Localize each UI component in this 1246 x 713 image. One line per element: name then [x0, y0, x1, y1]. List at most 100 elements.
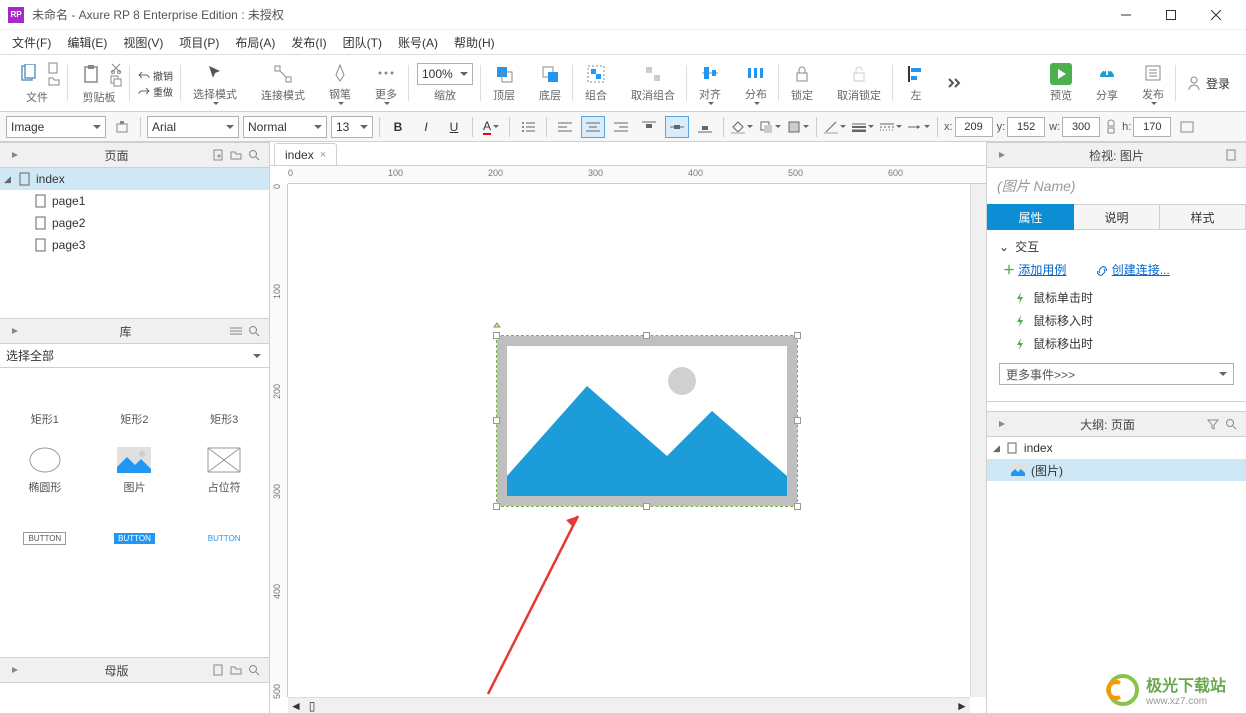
pages-collapse-button[interactable]: [6, 146, 24, 164]
masters-collapse-button[interactable]: [6, 661, 24, 679]
font-weight-combo[interactable]: Normal: [243, 116, 327, 138]
zoom-combo[interactable]: 100%: [417, 63, 473, 85]
event-click[interactable]: 鼠标单击时: [999, 286, 1234, 309]
toolbar-overflow-button[interactable]: [941, 71, 969, 95]
more-button[interactable]: 更多: [371, 60, 401, 107]
lib-rect3[interactable]: 矩形3: [179, 368, 269, 436]
event-mouseenter[interactable]: 鼠标移入时: [999, 309, 1234, 332]
login-button[interactable]: 登录: [1178, 71, 1238, 96]
lock-aspect-button[interactable]: [1104, 119, 1118, 135]
masters-search-button[interactable]: [245, 661, 263, 679]
tree-item-index[interactable]: ◢index: [0, 168, 269, 190]
resize-handle[interactable]: [493, 332, 500, 339]
lib-rect2[interactable]: 矩形2: [90, 368, 180, 436]
new-button[interactable]: [48, 62, 60, 74]
tab-index[interactable]: index×: [274, 143, 337, 165]
italic-button[interactable]: I: [414, 116, 438, 138]
add-folder-button[interactable]: [227, 146, 245, 164]
tab-properties[interactable]: 属性: [987, 204, 1074, 230]
inspector-more-button[interactable]: [1222, 146, 1240, 164]
menu-layout[interactable]: 布局(A): [229, 32, 281, 53]
library-collapse-button[interactable]: [6, 322, 24, 340]
search-pages-button[interactable]: [245, 146, 263, 164]
ruler-horizontal[interactable]: 0 100 200 300 400 500 600: [288, 166, 986, 184]
inspector-collapse-button[interactable]: [993, 146, 1011, 164]
bullets-button[interactable]: [516, 116, 540, 138]
pen-button[interactable]: 钢笔: [325, 60, 355, 107]
font-size-combo[interactable]: 13: [331, 116, 373, 138]
outline-search-button[interactable]: [1222, 415, 1240, 433]
lib-button2[interactable]: BUTTON: [90, 504, 180, 572]
valign-bottom-button[interactable]: [693, 116, 717, 138]
event-mouseleave[interactable]: 鼠标移出时: [999, 332, 1234, 355]
fill-color-button[interactable]: [730, 116, 754, 138]
tree-item-page3[interactable]: page3: [0, 234, 269, 256]
ruler-vertical[interactable]: 0 100 200 300 400 500: [270, 184, 288, 697]
valign-middle-button[interactable]: [665, 116, 689, 138]
align-button[interactable]: 对齐: [695, 60, 725, 107]
lock-button[interactable]: 锁定: [787, 61, 817, 105]
h-input[interactable]: 170: [1133, 117, 1171, 137]
library-search-button[interactable]: [245, 322, 263, 340]
redo-button[interactable]: 重做: [138, 84, 173, 99]
widget-type-combo[interactable]: Image: [6, 116, 106, 138]
x-input[interactable]: 209: [955, 117, 993, 137]
y-input[interactable]: 152: [1007, 117, 1045, 137]
send-back-button[interactable]: 底层: [535, 61, 565, 105]
lib-placeholder[interactable]: 占位符: [179, 436, 269, 504]
unlock-button[interactable]: 取消锁定: [833, 61, 885, 105]
outline-collapse-button[interactable]: [993, 415, 1011, 433]
close-button[interactable]: [1193, 1, 1238, 29]
menu-project[interactable]: 项目(P): [173, 32, 225, 53]
create-link-link[interactable]: 创建连接...: [1096, 261, 1169, 278]
line-style-button[interactable]: [879, 116, 903, 138]
menu-publish[interactable]: 发布(I): [285, 32, 332, 53]
connect-mode-button[interactable]: 连接模式: [257, 61, 309, 105]
ungroup-button[interactable]: 取消组合: [627, 61, 679, 105]
resize-handle[interactable]: [643, 503, 650, 510]
tab-style[interactable]: 样式: [1160, 204, 1246, 230]
resize-handle[interactable]: [643, 332, 650, 339]
resize-handle[interactable]: [493, 417, 500, 424]
arrow-style-button[interactable]: [907, 116, 931, 138]
minimize-button[interactable]: [1103, 1, 1148, 29]
tree-item-page2[interactable]: page2: [0, 212, 269, 234]
add-case-link[interactable]: ＋ 添加用例: [1003, 261, 1066, 278]
library-selector[interactable]: 选择全部: [0, 344, 269, 368]
line-width-button[interactable]: [851, 116, 875, 138]
bring-front-button[interactable]: 顶层: [489, 61, 519, 105]
tree-item-page1[interactable]: page1: [0, 190, 269, 212]
widget-name-input[interactable]: (图片 Name): [987, 168, 1246, 204]
canvas[interactable]: [288, 184, 970, 697]
add-master-folder-button[interactable]: [227, 661, 245, 679]
group-button[interactable]: 组合: [581, 61, 611, 105]
chevron-down-icon[interactable]: ⌄: [999, 240, 1009, 254]
align-center-text-button[interactable]: [581, 116, 605, 138]
outline-index[interactable]: ◢index: [987, 437, 1246, 459]
share-button[interactable]: 分享: [1092, 61, 1122, 105]
font-color-button[interactable]: A: [479, 116, 503, 138]
lib-ellipse[interactable]: 椭圆形: [0, 436, 90, 504]
inner-shadow-button[interactable]: [786, 116, 810, 138]
bold-button[interactable]: B: [386, 116, 410, 138]
scrollbar-horizontal[interactable]: ◄ ▯ ►: [288, 697, 970, 713]
underline-button[interactable]: U: [442, 116, 466, 138]
lib-button3[interactable]: BUTTON: [179, 504, 269, 572]
lib-button1[interactable]: BUTTON: [0, 504, 90, 572]
menu-edit[interactable]: 编辑(E): [61, 32, 113, 53]
align-right-text-button[interactable]: [609, 116, 633, 138]
resize-handle[interactable]: [794, 332, 801, 339]
menu-help[interactable]: 帮助(H): [448, 32, 501, 53]
copy-button[interactable]: [110, 75, 122, 87]
hidden-toggle-button[interactable]: [1175, 116, 1199, 138]
more-events-combo[interactable]: 更多事件>>>: [999, 363, 1234, 385]
scrollbar-vertical[interactable]: [970, 184, 986, 697]
add-master-button[interactable]: [209, 661, 227, 679]
add-page-button[interactable]: [209, 146, 227, 164]
copy-style-button[interactable]: [110, 116, 134, 138]
resize-handle[interactable]: [794, 503, 801, 510]
distribute-button[interactable]: 分布: [741, 60, 771, 107]
outline-image-item[interactable]: (图片): [987, 459, 1246, 481]
image-widget[interactable]: [497, 336, 797, 506]
select-mode-button[interactable]: 选择模式: [189, 60, 241, 107]
